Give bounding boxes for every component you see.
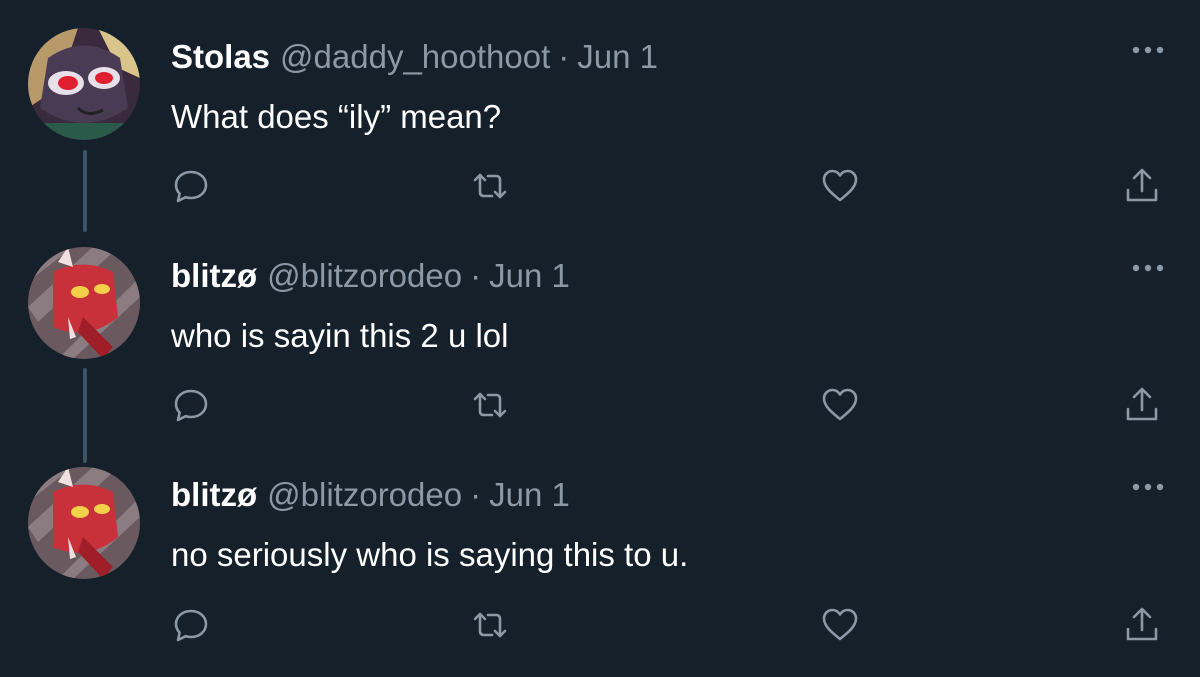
display-name[interactable]: blitzø [171,257,257,294]
share-icon[interactable] [1122,385,1162,425]
more-options-icon[interactable] [1128,38,1168,62]
tweet[interactable]: blitzø @blitzorodeo · Jun 1 no seriously wh… [0,440,1200,677]
reply-icon[interactable] [171,166,211,206]
header-separator: · [558,38,570,75]
tweet-date[interactable]: Jun 1 [489,476,570,513]
avatar[interactable] [28,467,140,579]
tweet[interactable]: Stolas @daddy_hoothoot · Jun 1 What does “i… [0,0,1200,232]
retweet-icon[interactable] [470,385,510,425]
avatar[interactable] [28,247,140,359]
user-handle[interactable]: @blitzorodeo [267,257,462,294]
share-icon[interactable] [1122,605,1162,645]
tweet-date[interactable]: Jun 1 [489,257,570,294]
retweet-icon[interactable] [470,605,510,645]
tweet-header: blitzø @blitzorodeo · Jun 1 [171,475,570,515]
tweet-text: What does “ily” mean? [171,98,502,135]
user-handle[interactable]: @daddy_hoothoot [280,38,550,75]
avatar[interactable] [28,28,140,140]
more-options-icon[interactable] [1128,256,1168,280]
display-name[interactable]: blitzø [171,476,257,513]
reply-icon[interactable] [171,605,211,645]
tweet-header: Stolas @daddy_hoothoot · Jun 1 [171,37,658,77]
tweet-header: blitzø @blitzorodeo · Jun 1 [171,256,570,296]
tweet-text: no seriously who is saying this to u. [171,536,689,573]
user-handle[interactable]: @blitzorodeo [267,476,462,513]
like-icon[interactable] [820,385,860,425]
header-separator: · [470,476,482,513]
header-separator: · [470,257,482,294]
tweet[interactable]: blitzø @blitzorodeo · Jun 1 who is sayin th… [0,220,1200,463]
like-icon[interactable] [820,605,860,645]
share-icon[interactable] [1122,166,1162,206]
like-icon[interactable] [820,166,860,206]
tweet-actions [0,385,1200,425]
reply-icon[interactable] [171,385,211,425]
tweet-actions [0,166,1200,206]
tweet-date[interactable]: Jun 1 [577,38,658,75]
retweet-icon[interactable] [470,166,510,206]
tweet-thread: Stolas @daddy_hoothoot · Jun 1 What does “i… [0,0,1200,677]
tweet-text: who is sayin this 2 u lol [171,317,509,354]
display-name[interactable]: Stolas [171,38,270,75]
tweet-actions [0,605,1200,645]
more-options-icon[interactable] [1128,475,1168,499]
